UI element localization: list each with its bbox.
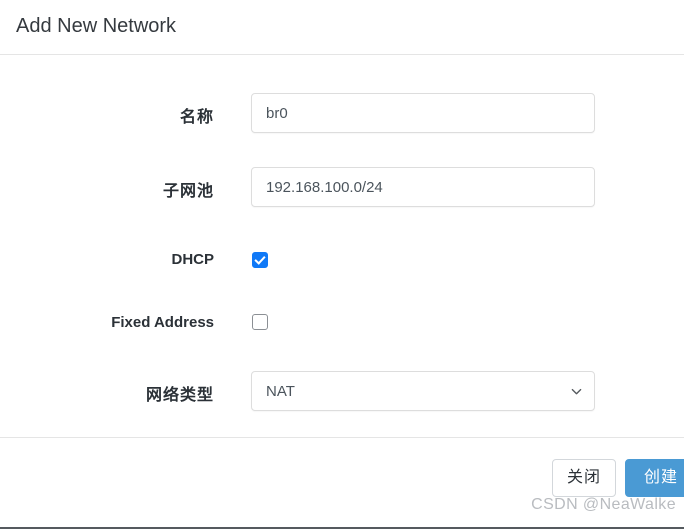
subnet-pool-input[interactable] — [251, 167, 595, 207]
close-button[interactable]: 关闭 — [552, 459, 616, 497]
name-input[interactable] — [251, 93, 595, 133]
network-type-select[interactable]: NAT — [251, 371, 595, 411]
dialog-header: Add New Network — [0, 0, 684, 55]
form-row-fixed-address: Fixed Address — [0, 303, 684, 343]
dialog-body: 名称 子网池 DHCP Fixed Address 网络类型 NAT — [0, 55, 684, 437]
dialog-title: Add New Network — [16, 15, 177, 37]
label-subnet-pool: 子网池 — [162, 183, 214, 200]
form-row-dhcp: DHCP — [0, 241, 684, 281]
add-network-dialog: Add New Network 名称 子网池 DHCP Fixed Addres… — [0, 0, 684, 529]
label-dhcp: DHCP — [171, 251, 214, 268]
form-row-name: 名称 — [0, 93, 684, 133]
watermark: CSDN @NeaWalke — [531, 496, 676, 513]
dhcp-checkbox[interactable] — [252, 252, 268, 268]
form-row-network-type: 网络类型 NAT — [0, 371, 684, 411]
network-type-select-wrap: NAT — [251, 371, 595, 411]
label-network-type: 网络类型 — [145, 387, 214, 404]
fixed-address-checkbox[interactable] — [252, 314, 268, 330]
label-name: 名称 — [179, 109, 214, 126]
create-button[interactable]: 创建 — [625, 459, 684, 497]
form-row-subnet-pool: 子网池 — [0, 167, 684, 207]
label-fixed-address: Fixed Address — [111, 314, 214, 331]
